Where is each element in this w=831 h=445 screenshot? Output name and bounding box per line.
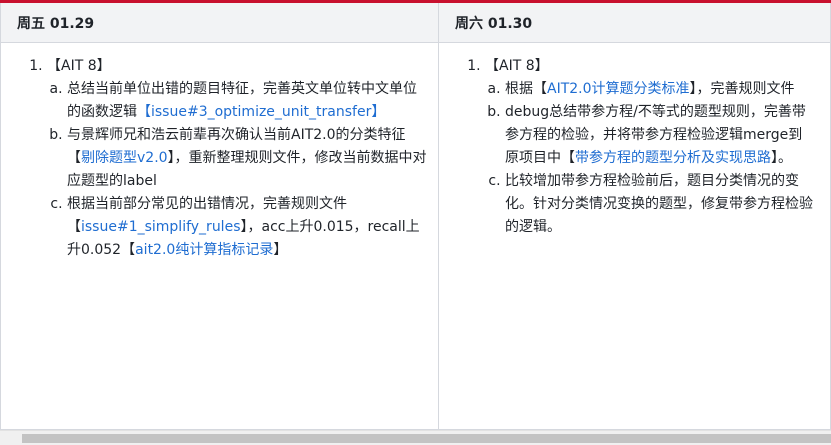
doc-link[interactable]: 带参方程的题型分析及实现思路	[575, 150, 771, 166]
list-item: 【AIT 8】 总结当前单位出错的题目特征，完善英文单位转中文单位的函数逻辑【i…	[47, 55, 427, 262]
subitem: 根据当前部分常见的出错情况，完善规则文件【issue#1_simplify_ru…	[67, 193, 427, 262]
column-body[interactable]: 【AIT 8】 根据【AIT2.0计算题分类标准】，完善规则文件 debug总结…	[439, 43, 830, 239]
subitem-text: 根据【	[505, 81, 547, 97]
subitem-text: 】。	[771, 150, 792, 166]
subitem: debug总结带参方程/不等式的题型规则，完善带参方程的检验，并将带参方程检验逻…	[505, 101, 815, 170]
subitem: 与景辉师兄和浩云前辈再次确认当前AIT2.0的分类特征【剔除题型v2.0】，重新…	[67, 124, 427, 193]
subitem: 比较增加带参方程检验前后，题目分类情况的变化。针对分类情况变换的题型，修复带参方…	[505, 170, 815, 239]
list-item: 【AIT 8】 根据【AIT2.0计算题分类标准】，完善规则文件 debug总结…	[485, 55, 815, 239]
doc-link[interactable]: 【issue#3_optimize_unit_transfer】	[137, 104, 385, 120]
scrollbar-thumb[interactable]	[22, 434, 831, 443]
column-header: 周五 01.29	[1, 3, 438, 43]
column-saturday: 周六 01.30 【AIT 8】 根据【AIT2.0计算题分类标准】，完善规则文…	[439, 3, 830, 429]
subitem: 总结当前单位出错的题目特征，完善英文单位转中文单位的函数逻辑【issue#3_o…	[67, 78, 427, 124]
horizontal-scrollbar[interactable]	[0, 430, 831, 445]
item-label: 【AIT 8】	[47, 58, 111, 74]
item-label: 【AIT 8】	[485, 58, 549, 74]
doc-link[interactable]: ait2.0纯计算指标记录	[135, 242, 273, 258]
subitem-text: 】	[273, 242, 288, 258]
column-body[interactable]: 【AIT 8】 总结当前单位出错的题目特征，完善英文单位转中文单位的函数逻辑【i…	[1, 43, 438, 262]
column-header: 周六 01.30	[439, 3, 830, 43]
daily-log-table: 周五 01.29 【AIT 8】 总结当前单位出错的题目特征，完善英文单位转中文…	[0, 3, 831, 430]
column-header-label: 周五 01.29	[17, 15, 95, 32]
column-friday: 周五 01.29 【AIT 8】 总结当前单位出错的题目特征，完善英文单位转中文…	[1, 3, 439, 429]
subitem: 根据【AIT2.0计算题分类标准】，完善规则文件	[505, 78, 815, 101]
column-header-label: 周六 01.30	[455, 15, 533, 32]
doc-link[interactable]: AIT2.0计算题分类标准	[547, 81, 690, 97]
subitem-text: 比较增加带参方程检验前后，题目分类情况的变化。针对分类情况变换的题型，修复带参方…	[505, 173, 813, 235]
doc-link[interactable]: issue#1_simplify_rules	[81, 219, 240, 235]
doc-link[interactable]: 剔除题型v2.0	[81, 150, 168, 166]
subitem-text: 】，完善规则文件	[689, 81, 795, 97]
